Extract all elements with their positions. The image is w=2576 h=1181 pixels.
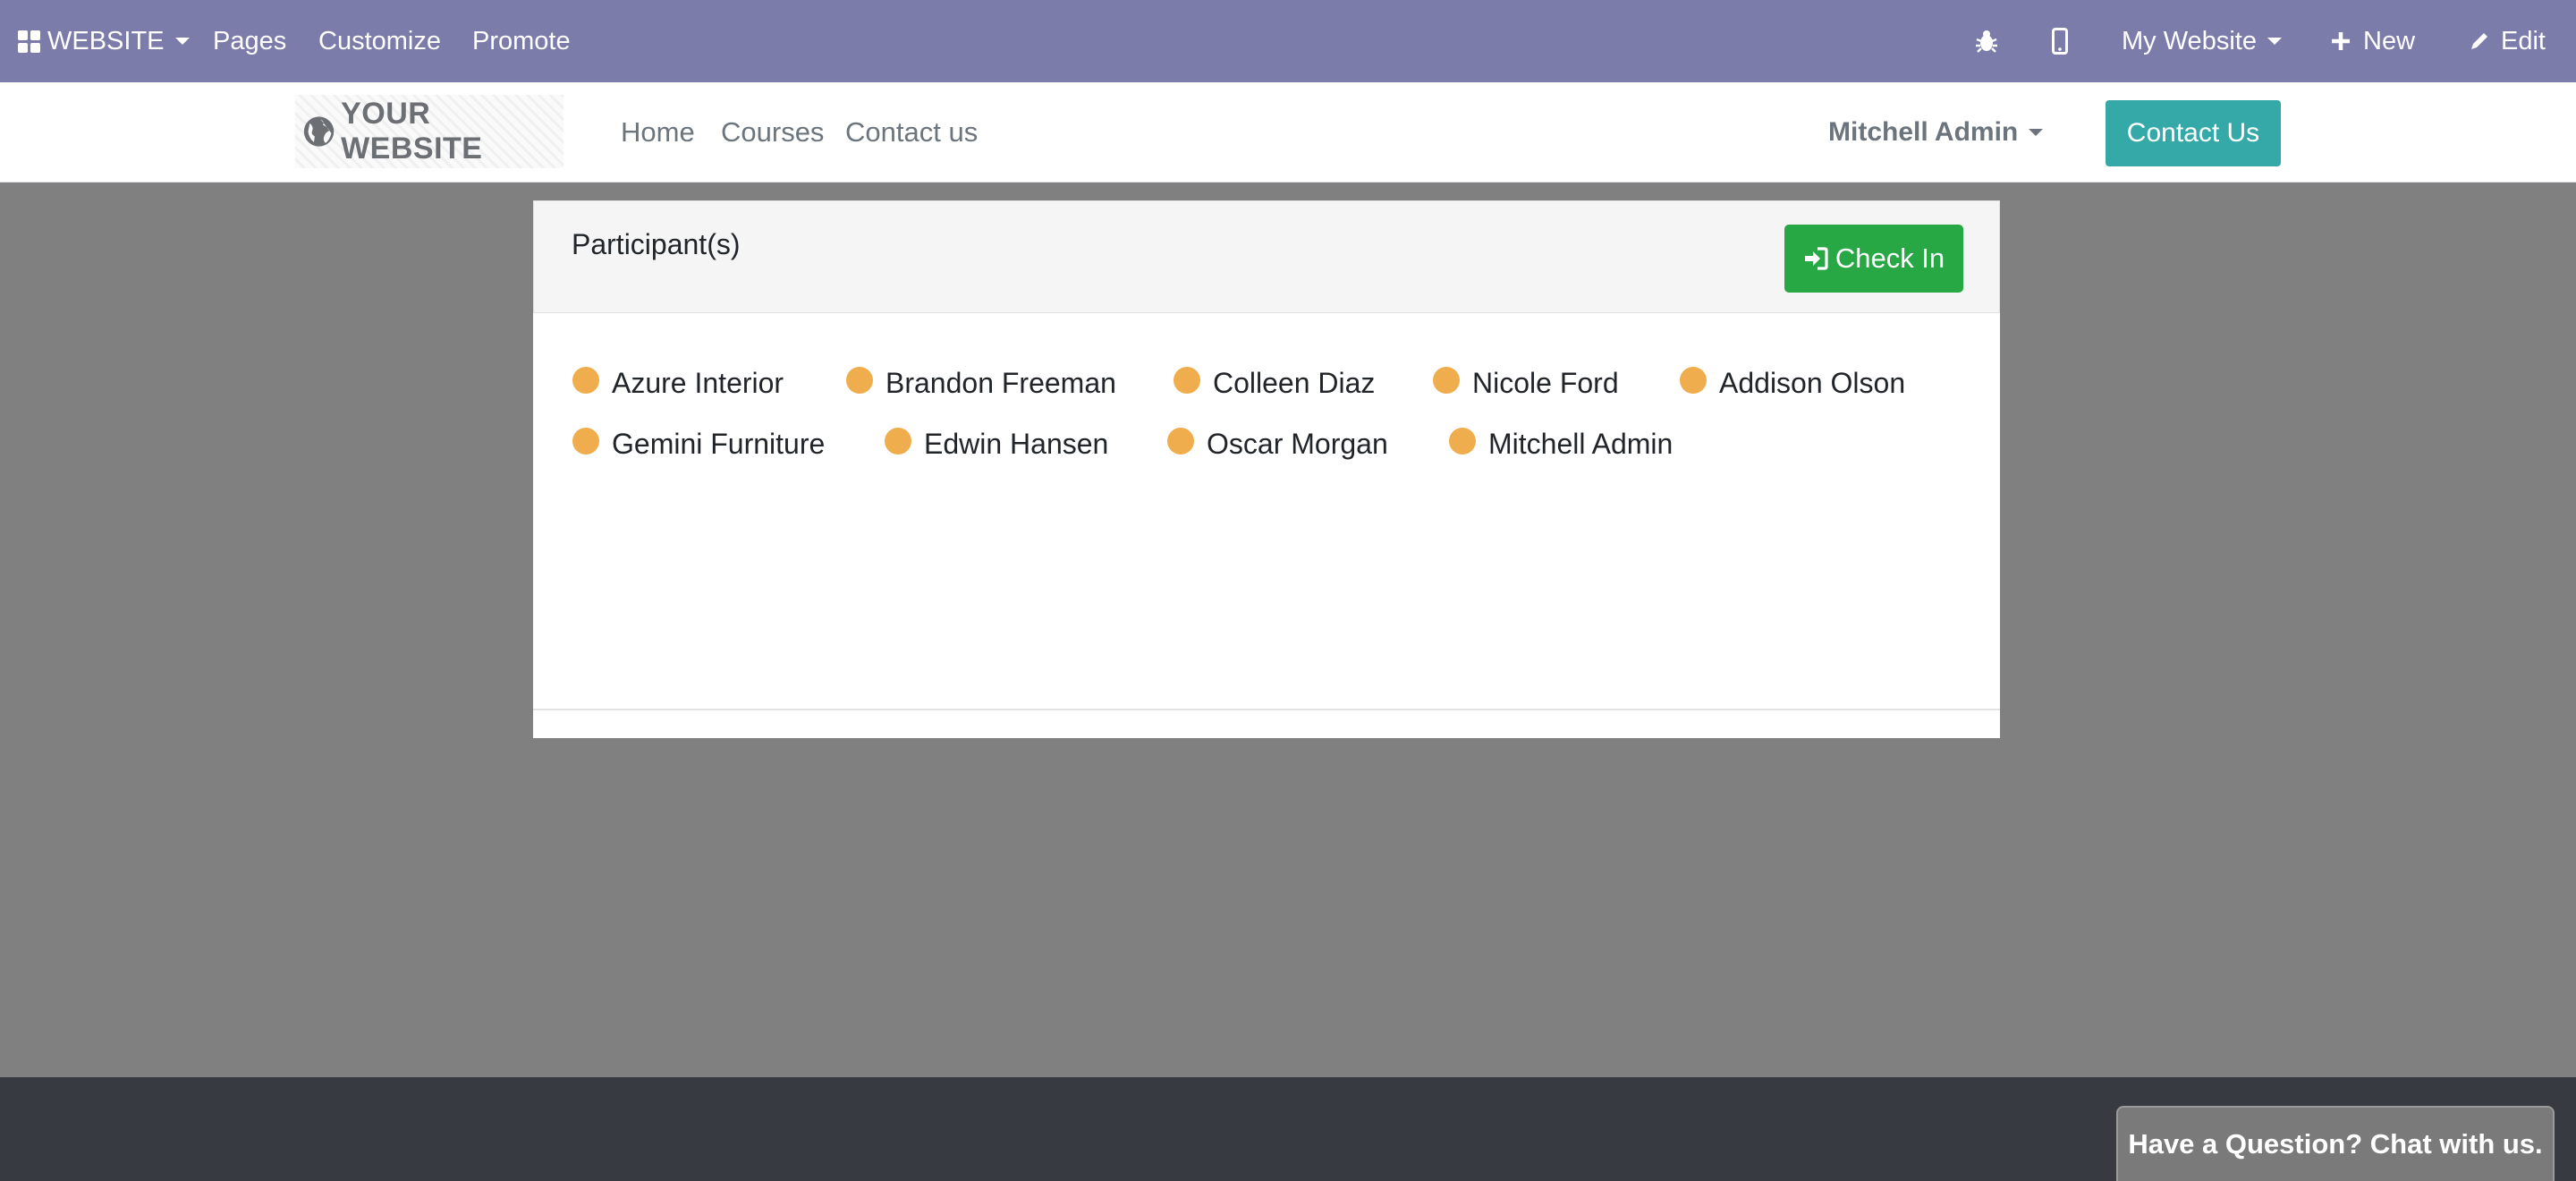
- admin-bar: WEBSITE Pages Customize Promote My Websi…: [0, 0, 2576, 82]
- apps-icon: [18, 30, 40, 53]
- status-dot-icon: [846, 367, 873, 394]
- participant-item: Addison Olson: [1680, 365, 1905, 401]
- status-dot-icon: [572, 428, 599, 455]
- participant-item: Mitchell Admin: [1449, 426, 1673, 462]
- plus-icon: [2332, 32, 2350, 50]
- user-menu[interactable]: Mitchell Admin: [1828, 82, 2044, 183]
- menu-promote[interactable]: Promote: [472, 0, 571, 82]
- participant-item: Edwin Hansen: [885, 426, 1108, 462]
- check-in-label: Check In: [1835, 242, 1945, 274]
- debug-toggle[interactable]: [1975, 0, 1998, 82]
- sign-in-icon: [1804, 247, 1828, 270]
- status-dot-icon: [1174, 367, 1200, 394]
- participant-item: Brandon Freeman: [846, 365, 1116, 401]
- website-selector[interactable]: My Website: [2122, 0, 2282, 82]
- menu-pages[interactable]: Pages: [213, 0, 286, 82]
- bug-icon: [1976, 30, 1997, 53]
- participants-card: Participant(s) Check In Azure Interior B…: [533, 200, 2000, 738]
- chevron-down-icon: [2267, 38, 2282, 45]
- chevron-down-icon: [174, 38, 190, 45]
- app-menu-label: WEBSITE: [47, 26, 165, 55]
- nav-courses[interactable]: Courses: [721, 82, 824, 183]
- livechat-button[interactable]: Have a Question? Chat with us.: [2116, 1106, 2555, 1181]
- new-label: New: [2363, 26, 2416, 55]
- nav-contact-us[interactable]: Contact us: [845, 82, 978, 183]
- participant-name: Addison Olson: [1719, 366, 1906, 399]
- participant-name: Gemini Furniture: [612, 427, 826, 460]
- website-selector-label: My Website: [2122, 26, 2257, 55]
- participant-item: Azure Interior: [572, 365, 784, 401]
- participant-name: Brandon Freeman: [886, 366, 1116, 399]
- contact-us-button[interactable]: Contact Us: [2106, 100, 2281, 166]
- new-button[interactable]: New: [2331, 0, 2415, 82]
- card-title: Participant(s): [572, 228, 741, 260]
- status-dot-icon: [572, 367, 599, 394]
- mobile-preview-button[interactable]: [2052, 0, 2068, 82]
- participant-item: Nicole Ford: [1433, 365, 1619, 401]
- participant-name: Oscar Morgan: [1207, 427, 1388, 460]
- edit-label: Edit: [2501, 26, 2546, 55]
- mobile-icon: [2052, 28, 2068, 55]
- pencil-icon: [2471, 33, 2487, 49]
- participant-name: Mitchell Admin: [1488, 427, 1674, 460]
- status-dot-icon: [1167, 428, 1194, 455]
- status-dot-icon: [1433, 367, 1460, 394]
- participant-item: Gemini Furniture: [572, 426, 825, 462]
- status-dot-icon: [1680, 367, 1707, 394]
- participant-item: Oscar Morgan: [1167, 426, 1388, 462]
- status-dot-icon: [885, 428, 911, 455]
- site-logo[interactable]: YOUR WEBSITE: [295, 95, 564, 168]
- user-name: Mitchell Admin: [1828, 117, 2019, 147]
- website-navbar: YOUR WEBSITE Home Courses Contact us Mit…: [0, 82, 2576, 183]
- participant-item: Colleen Diaz: [1174, 365, 1375, 401]
- status-dot-icon: [1449, 428, 1476, 455]
- participant-name: Nicole Ford: [1472, 366, 1619, 399]
- participant-name: Azure Interior: [612, 366, 784, 399]
- site-logo-text: YOUR WEBSITE: [341, 97, 483, 166]
- card-header: Participant(s) Check In: [533, 200, 2000, 313]
- chevron-down-icon: [2029, 129, 2044, 136]
- globe-icon: [303, 116, 335, 147]
- participant-name: Colleen Diaz: [1213, 366, 1376, 399]
- edit-button[interactable]: Edit: [2469, 0, 2546, 82]
- participant-name: Edwin Hansen: [924, 427, 1109, 460]
- participant-list: Azure Interior Brandon Freeman Colleen D…: [533, 313, 2000, 710]
- check-in-button[interactable]: Check In: [1784, 225, 1963, 293]
- nav-home[interactable]: Home: [621, 82, 695, 183]
- menu-customize[interactable]: Customize: [318, 0, 441, 82]
- app-menu-toggle[interactable]: WEBSITE: [18, 0, 190, 82]
